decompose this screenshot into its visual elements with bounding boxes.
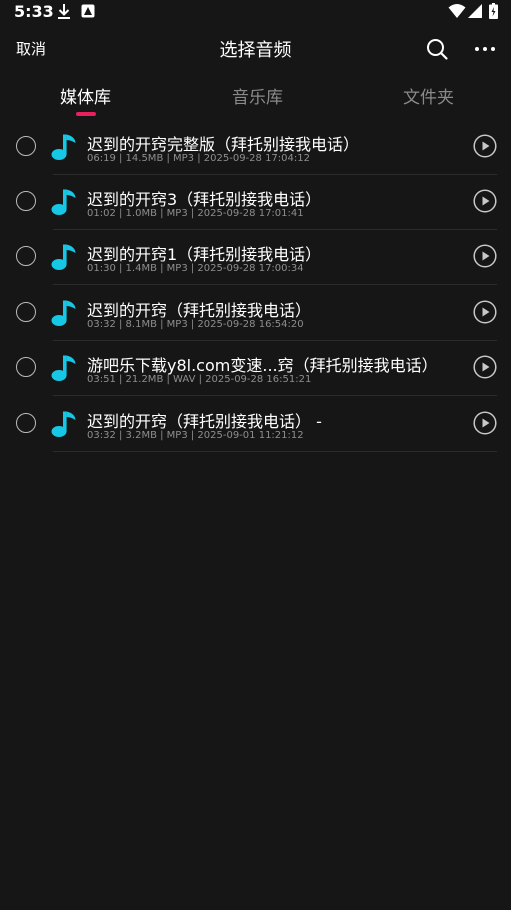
file-name: 迟到的开窍1（拜托别接我电话）: [87, 245, 322, 264]
file-name: 迟到的开窍（拜托别接我电话）: [87, 301, 312, 320]
tab-media-library[interactable]: 媒体库: [60, 83, 111, 108]
select-radio[interactable]: [16, 302, 36, 322]
status-bar: 5:33: [0, 0, 511, 24]
file-meta: 01:30 | 1.4MB | MP3 | 2025-09-28 17:00:3…: [87, 263, 304, 274]
status-time: 5:33: [14, 2, 54, 21]
download-icon: [58, 4, 70, 19]
search-icon[interactable]: [425, 37, 449, 61]
file-meta: 06:19 | 14.5MB | MP3 | 2025-09-28 17:04:…: [87, 153, 310, 164]
select-radio[interactable]: [16, 413, 36, 433]
battery-icon: [489, 3, 498, 19]
play-icon[interactable]: [473, 300, 497, 324]
file-meta: 03:51 | 21.2MB | WAV | 2025-09-28 16:51:…: [87, 374, 312, 385]
tab-music-library[interactable]: 音乐库: [232, 83, 283, 108]
music-note-icon: [51, 244, 76, 270]
music-note-icon: [51, 300, 76, 326]
tab-folder[interactable]: 文件夹: [403, 83, 454, 108]
file-meta: 01:02 | 1.0MB | MP3 | 2025-09-28 17:01:4…: [87, 208, 304, 219]
select-radio[interactable]: [16, 191, 36, 211]
play-icon[interactable]: [473, 355, 497, 379]
play-icon[interactable]: [473, 411, 497, 435]
file-meta: 03:32 | 8.1MB | MP3 | 2025-09-28 16:54:2…: [87, 319, 304, 330]
play-icon[interactable]: [473, 189, 497, 213]
list-item[interactable]: 迟到的开窍3（拜托别接我电话） 01:02 | 1.0MB | MP3 | 20…: [0, 175, 511, 230]
file-meta: 03:32 | 3.2MB | MP3 | 2025-09-01 11:21:1…: [87, 430, 304, 441]
tab-bar: 媒体库 音乐库 文件夹: [0, 74, 511, 120]
music-note-icon: [51, 134, 76, 160]
row-divider: [53, 451, 497, 452]
play-icon[interactable]: [473, 134, 497, 158]
file-name: 迟到的开窍3（拜托别接我电话）: [87, 190, 322, 209]
file-name: 游吧乐下载y8l.com变速...窍（拜托别接我电话）: [87, 356, 438, 375]
file-name: 迟到的开窍完整版（拜托别接我电话）: [87, 135, 360, 154]
select-radio[interactable]: [16, 246, 36, 266]
select-radio[interactable]: [16, 136, 36, 156]
list-item[interactable]: 迟到的开窍（拜托别接我电话） - 03:32 | 3.2MB | MP3 | 2…: [0, 397, 511, 452]
list-item[interactable]: 迟到的开窍（拜托别接我电话） 03:32 | 8.1MB | MP3 | 202…: [0, 286, 511, 341]
row-divider: [53, 395, 497, 396]
list-item[interactable]: 迟到的开窍完整版（拜托别接我电话） 06:19 | 14.5MB | MP3 |…: [0, 120, 511, 175]
music-note-icon: [51, 355, 76, 381]
top-bar: 取消 选择音频: [0, 24, 511, 74]
row-divider: [53, 284, 497, 285]
music-note-icon: [51, 411, 76, 437]
active-tab-indicator: [76, 112, 96, 116]
music-note-icon: [51, 189, 76, 215]
file-name: 迟到的开窍（拜托别接我电话） -: [87, 412, 322, 431]
list-item[interactable]: 游吧乐下载y8l.com变速...窍（拜托别接我电话） 03:51 | 21.2…: [0, 341, 511, 396]
signal-icon: [468, 4, 482, 18]
wifi-icon: [448, 4, 466, 18]
more-options-icon[interactable]: [474, 37, 496, 61]
list-item[interactable]: 迟到的开窍1（拜托别接我电话） 01:30 | 1.4MB | MP3 | 20…: [0, 230, 511, 285]
select-radio[interactable]: [16, 357, 36, 377]
play-icon[interactable]: [473, 244, 497, 268]
app-notification-icon: [81, 4, 95, 18]
